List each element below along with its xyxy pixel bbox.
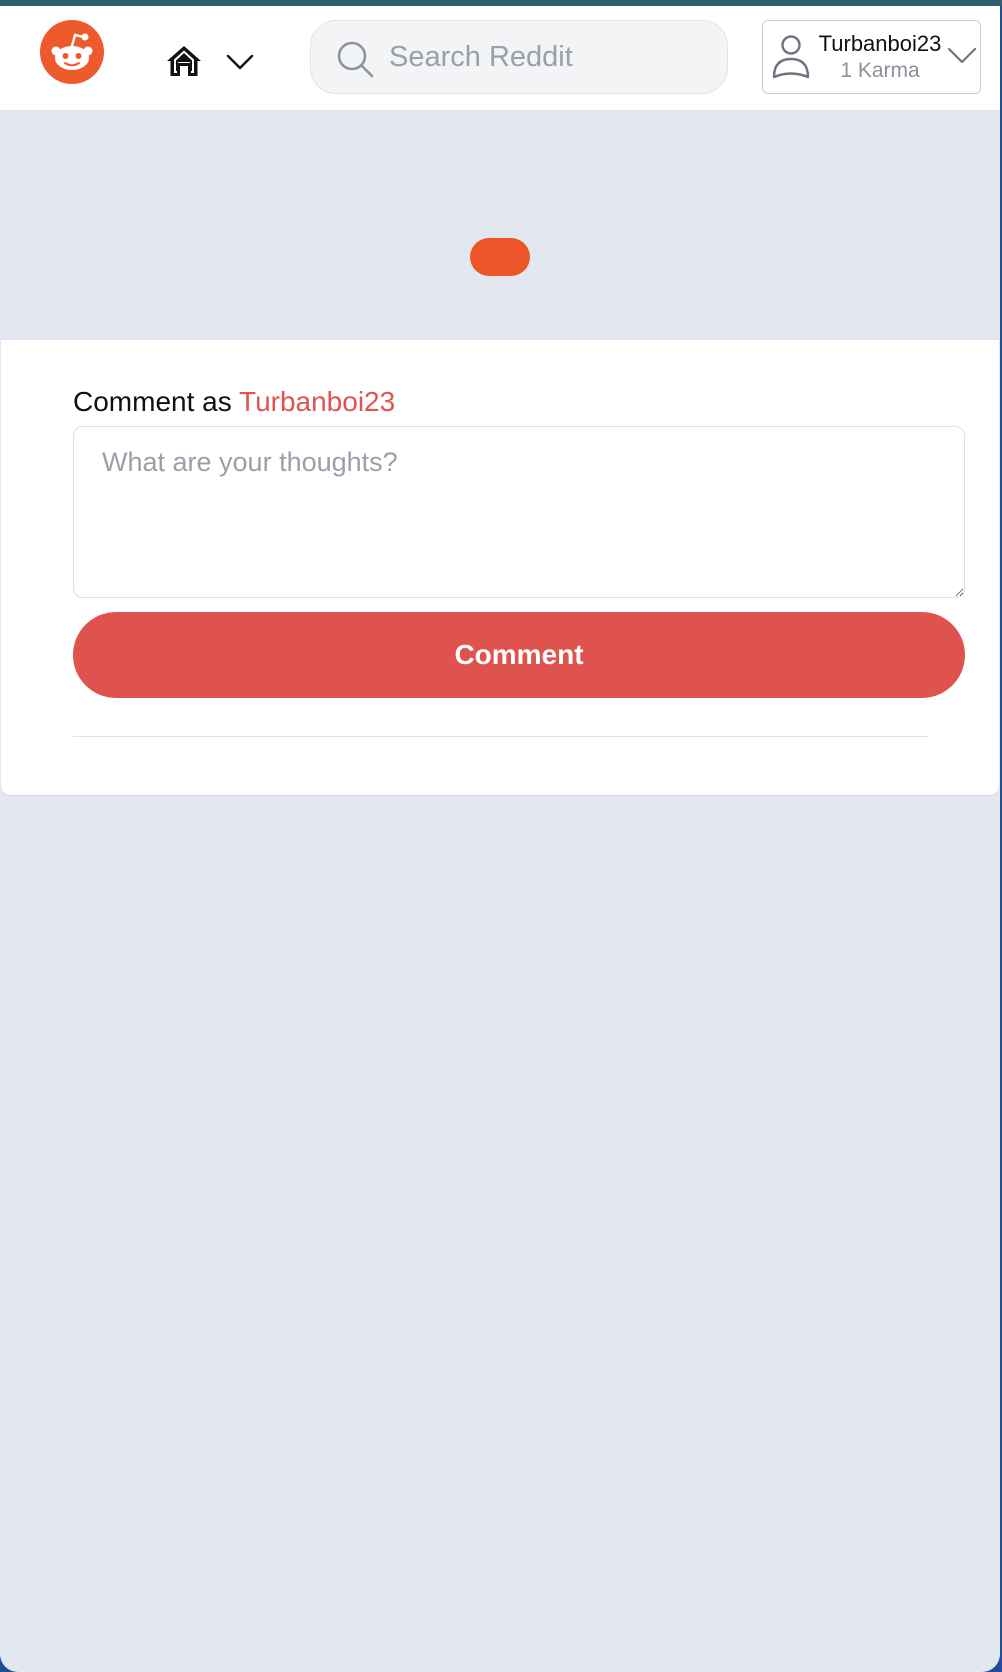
browser-window: Turbanboi23 1 Karma Comment as Turbanboi… (0, 0, 1002, 1672)
reddit-page: Turbanboi23 1 Karma Comment as Turbanboi… (0, 6, 1000, 1672)
user-outline-icon (772, 35, 810, 79)
chevron-down-icon (226, 54, 254, 70)
search-input[interactable] (389, 35, 709, 79)
search-icon (337, 41, 374, 78)
home-icon (167, 46, 201, 76)
chevron-down-icon (947, 47, 977, 64)
reddit-snoo-icon (51, 33, 93, 70)
loading-pill (470, 238, 530, 276)
comment-textarea[interactable] (73, 426, 965, 598)
user-menu-button[interactable]: Turbanboi23 1 Karma (762, 20, 981, 94)
search-bar[interactable] (310, 20, 728, 94)
user-menu-username: Turbanboi23 (818, 31, 942, 56)
reddit-logo-button[interactable] (40, 20, 104, 84)
home-dropdown-toggle[interactable] (224, 46, 256, 78)
user-menu-karma: 1 Karma (840, 59, 920, 82)
comment-as-prefix: Comment as (73, 386, 232, 417)
comment-as-label: Comment as Turbanboi23 (73, 386, 395, 418)
comment-card: Comment as Turbanboi23 Comment (1, 340, 999, 796)
comment-submit-button[interactable]: Comment (73, 612, 965, 698)
top-navbar: Turbanboi23 1 Karma (0, 6, 1000, 110)
comment-as-username-link[interactable]: Turbanboi23 (239, 386, 395, 417)
comments-divider (73, 736, 929, 737)
post-banner (0, 110, 1000, 346)
comment-textarea-wrapper (73, 426, 965, 598)
home-button[interactable] (164, 40, 204, 80)
